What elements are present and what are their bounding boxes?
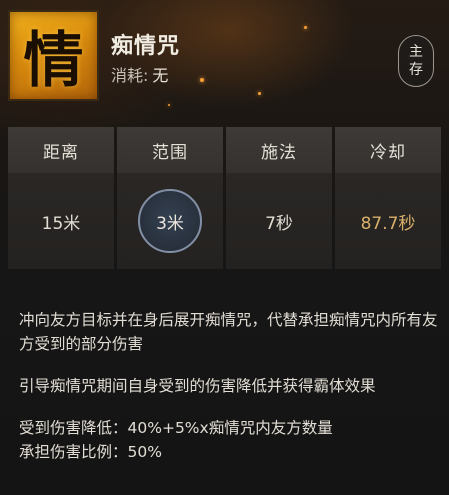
damage-share-line: 承担伤害比例：50% — [19, 443, 162, 461]
skill-description: 冲向友方目标并在身后展开痴情咒，代替承担痴情咒内所有友方受到的部分伤害 引导痴情… — [19, 308, 439, 464]
stat-header: 范围 — [117, 127, 223, 173]
cost-value: 无 — [152, 66, 169, 85]
stat-cast-time: 施法 7秒 — [226, 127, 332, 269]
skill-tooltip: 情 痴情咒 消耗: 无 主 存 距离 15米 范围 3米 施法 7秒 冷却 87.… — [0, 0, 449, 495]
main-skill-badge: 主 存 — [398, 35, 434, 87]
stat-range: 范围 3米 — [117, 127, 223, 269]
stat-value: 15米 — [8, 173, 114, 269]
badge-char-1: 主 — [409, 44, 423, 60]
ember-decoration — [304, 26, 307, 29]
stat-value-cell: 3米 — [117, 173, 223, 269]
ember-decoration — [168, 104, 170, 106]
stat-value: 87.7秒 — [335, 173, 441, 269]
range-value-circle: 3米 — [138, 189, 202, 253]
stat-header: 冷却 — [335, 127, 441, 173]
ember-decoration — [258, 92, 261, 95]
ember-decoration — [200, 78, 204, 82]
qing-glyph-icon: 情 — [8, 10, 99, 101]
description-paragraph: 冲向友方目标并在身后展开痴情咒，代替承担痴情咒内所有友方受到的部分伤害 — [19, 311, 438, 353]
stat-cooldown: 冷却 87.7秒 — [335, 127, 441, 269]
badge-char-2: 存 — [409, 62, 423, 78]
skill-cost: 消耗: 无 — [111, 62, 168, 86]
skill-stats-table: 距离 15米 范围 3米 施法 7秒 冷却 87.7秒 — [8, 127, 441, 269]
damage-reduction-line: 受到伤害降低：40%+5%x痴情咒内友方数量 — [19, 419, 333, 437]
stat-header: 距离 — [8, 127, 114, 173]
skill-icon-glyph: 情 — [23, 26, 84, 96]
stat-distance: 距离 15米 — [8, 127, 114, 269]
stat-header: 施法 — [226, 127, 332, 173]
description-paragraph: 引导痴情咒期间自身受到的伤害降低并获得霸体效果 — [19, 377, 376, 395]
skill-name: 痴情咒 — [111, 34, 181, 59]
stat-value: 7秒 — [226, 173, 332, 269]
cost-label: 消耗: — [111, 66, 149, 85]
